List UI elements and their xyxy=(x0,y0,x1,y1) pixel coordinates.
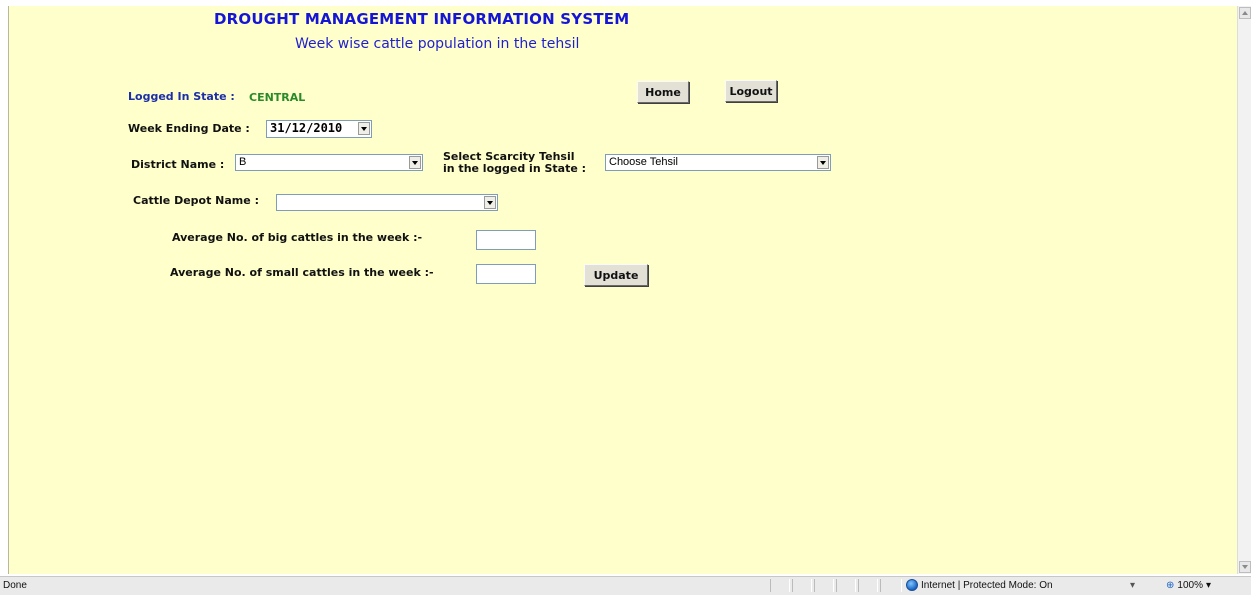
logged-state-value: CENTRAL xyxy=(249,91,306,104)
status-pane xyxy=(836,579,856,592)
logged-state-label: Logged In State : xyxy=(128,90,235,103)
tehsil-label-line2: in the logged in State : xyxy=(443,162,587,175)
status-bar: Done Internet | Protected Mode: On ▾ ⊕ 1… xyxy=(0,576,1251,595)
home-button[interactable]: Home xyxy=(637,81,689,103)
status-pane xyxy=(770,579,790,592)
status-pane xyxy=(880,579,902,592)
cattle-depot-select[interactable] xyxy=(276,194,498,211)
zoom-control[interactable]: ⊕ 100% ▾ xyxy=(1166,580,1211,591)
big-cattle-label: Average No. of big cattles in the week :… xyxy=(172,231,423,244)
security-zone-text: Internet | Protected Mode: On xyxy=(921,579,1053,591)
status-pane xyxy=(792,579,812,592)
small-cattle-label: Average No. of small cattles in the week… xyxy=(170,266,434,279)
update-button[interactable]: Update xyxy=(584,264,648,286)
district-label: District Name : xyxy=(131,158,225,171)
chevron-down-icon xyxy=(409,156,421,169)
logout-button[interactable]: Logout xyxy=(725,80,777,102)
zoom-icon: ⊕ xyxy=(1166,580,1175,591)
tehsil-select[interactable]: Choose Tehsil xyxy=(605,154,831,171)
week-ending-value: 31/12/2010 xyxy=(270,121,343,135)
lock-icon[interactable]: ▾ xyxy=(1130,580,1135,591)
tehsil-label: Select Scarcity Tehsil in the logged in … xyxy=(443,151,586,175)
page-body: DROUGHT MANAGEMENT INFORMATION SYSTEM We… xyxy=(8,6,1237,574)
chevron-down-icon: ▾ xyxy=(1205,580,1211,591)
status-pane xyxy=(814,579,834,592)
district-value: B xyxy=(239,156,247,168)
chevron-down-icon xyxy=(358,122,370,135)
small-cattle-input[interactable] xyxy=(476,264,536,284)
tehsil-value: Choose Tehsil xyxy=(609,156,678,168)
week-ending-label: Week Ending Date : xyxy=(128,122,250,135)
globe-icon xyxy=(906,579,918,591)
scroll-up-icon[interactable] xyxy=(1239,7,1251,19)
chevron-down-icon xyxy=(817,156,829,169)
chevron-down-icon xyxy=(484,196,496,209)
status-pane xyxy=(858,579,878,592)
zoom-level: 100% xyxy=(1177,580,1203,591)
app-title: DROUGHT MANAGEMENT INFORMATION SYSTEM xyxy=(214,10,630,28)
scroll-down-icon[interactable] xyxy=(1239,561,1251,573)
big-cattle-input[interactable] xyxy=(476,230,536,250)
week-ending-select[interactable]: 31/12/2010 xyxy=(266,120,372,138)
cattle-depot-label: Cattle Depot Name : xyxy=(133,194,259,207)
district-select[interactable]: B xyxy=(235,154,423,171)
security-zone[interactable]: Internet | Protected Mode: On xyxy=(906,579,1053,591)
vertical-scrollbar[interactable] xyxy=(1237,6,1251,574)
page-subtitle: Week wise cattle population in the tehsi… xyxy=(295,36,580,52)
status-text: Done xyxy=(3,580,27,591)
